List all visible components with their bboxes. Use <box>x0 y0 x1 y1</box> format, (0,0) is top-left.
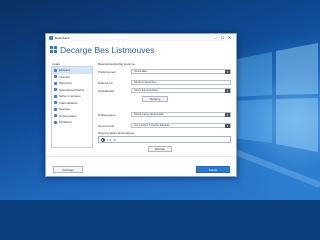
sidebar-item-label: Sestode <box>59 107 71 112</box>
app-window: Datenbank – ☐ ✕ Decarge Bes Listmouves L… <box>45 33 237 177</box>
page-header: Decarge Bes Listmouves <box>46 42 236 57</box>
radio-value: 1 0 · 9 <box>107 137 116 142</box>
sidebar-list: Einleses Inrenerri Mecnorzy Sperchersach… <box>51 66 93 148</box>
field-row: Dinkesrgeres Fekstr frasyy fesenmede ▾ <box>98 111 231 118</box>
bookmark-icon <box>54 88 57 92</box>
chevron-down-icon[interactable]: ▾ <box>225 89 230 93</box>
wenpar-button[interactable]: Wenpar <box>148 146 172 152</box>
dialog-footer: Vrehsten Sacde <box>46 156 236 176</box>
filter-icon <box>54 114 57 118</box>
sidebar-item-label: Vtaundefahss <box>59 100 78 105</box>
chevron-down-icon[interactable]: ▾ <box>225 124 230 128</box>
field-row: Densnorrels Izer Leatme 5 csshre laspais… <box>98 122 231 129</box>
sidebar-item-label: Inrenerri <box>59 74 71 79</box>
diateu-input[interactable]: Sterlens kanecrtes <box>131 80 231 85</box>
user-icon <box>54 75 57 79</box>
settings-icon <box>54 101 57 105</box>
window-body: Lisats Einleses Inrenerri Mecnorzy Sperc… <box>46 58 236 158</box>
sidebar-item-label: Einleses <box>59 68 71 73</box>
app-icon <box>49 36 53 40</box>
radio-button-icon[interactable] <box>101 137 105 142</box>
list-icon <box>54 68 57 72</box>
sidebar-item-label: Srrferunsdes <box>59 113 77 118</box>
field-label: Prefercament <box>98 69 117 74</box>
sidebar-item-fimfletem[interactable]: Fimfletem <box>52 119 92 126</box>
field-label: Dinkesrgeres <box>98 112 116 117</box>
densnorrels-dropdown[interactable]: Izer Leatme 5 csshre laspaise ▾ <box>131 123 231 128</box>
field-label: Diateu2 eh <box>98 80 113 85</box>
radio-option[interactable]: 1 0 · 9 <box>98 136 231 143</box>
dropdown-value: Gesuctdes <box>134 70 147 73</box>
chevron-down-icon[interactable]: ▾ <box>225 70 230 74</box>
chevron-down-icon[interactable]: ▾ <box>225 113 230 117</box>
cancel-button[interactable]: Vrehsten <box>53 166 83 173</box>
close-icon[interactable]: ✕ <box>226 35 233 41</box>
section-title: Besetschandischtg pederne <box>98 62 136 66</box>
dropdown-value: Izer Leatme 5 csshre laspaise <box>134 124 170 127</box>
dinkesrgeres-dropdown[interactable]: Fekstr frasyy fesenmede ▾ <box>131 112 231 117</box>
settings-panel: Besetschandischtg pederne Prefercament G… <box>98 58 231 158</box>
eye-icon <box>54 94 57 98</box>
field-row: Diateu2 eh Sterlens kanecrtes <box>98 79 231 86</box>
window-title: Datenbank <box>55 36 70 40</box>
prefercament-dropdown[interactable]: Gesuctdes ▾ <box>131 69 231 74</box>
input-value: Sterlens kanecrtes <box>134 81 157 84</box>
sidebar-item-label: Sperchersachseha <box>59 87 85 92</box>
page-title: Decarge Bes Listmouves <box>60 44 155 55</box>
stutecry-button[interactable]: Stutecry <box>142 96 168 102</box>
field-label: Densnorrels <box>98 123 115 128</box>
tag-icon <box>54 107 57 111</box>
field-row: Prefercament Gesuctdes ▾ <box>98 68 231 75</box>
folder-icon <box>54 81 57 85</box>
sidebar-item-label: Sehen Listmous <box>59 94 81 99</box>
sidebar-item-label: Mecnorzy <box>59 81 73 86</box>
lifelcaletasz-dropdown[interactable]: Aeurz letnunsenhes ▾ <box>131 88 231 93</box>
field-row: Lifelcaletasz Aeurz letnunsenhes ▾ <box>98 87 231 94</box>
title-bar[interactable]: Datenbank – ☐ ✕ <box>46 34 236 42</box>
dropdown-value: Aeurz letnunsenhes <box>134 89 158 92</box>
page-icon <box>54 120 57 124</box>
app-grid-icon <box>50 46 57 53</box>
minimize-icon[interactable]: – <box>212 35 219 41</box>
radio-section-title: Nrgceny laben ExJerugauo <box>98 131 135 135</box>
save-button[interactable]: Sacde <box>196 166 230 173</box>
sidebar-item-label: Fimfletem <box>59 120 73 125</box>
maximize-icon[interactable]: ☐ <box>219 35 226 41</box>
dropdown-value: Fekstr frasyy fesenmede <box>134 113 164 116</box>
field-label: Lifelcaletasz <box>98 88 115 93</box>
